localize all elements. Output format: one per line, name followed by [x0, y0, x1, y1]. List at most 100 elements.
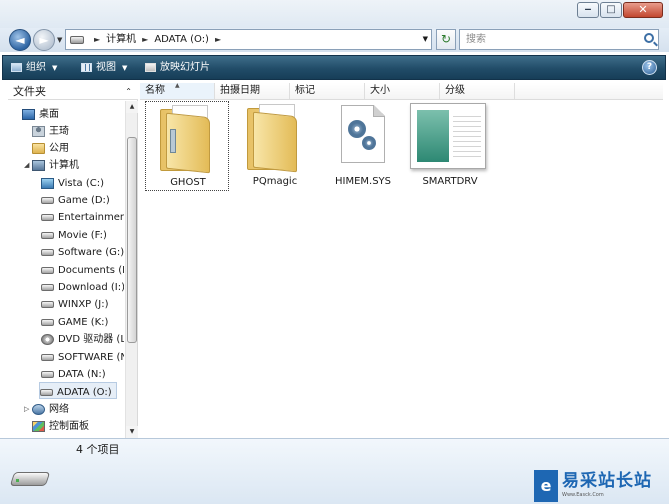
scroll-thumb[interactable]: [127, 137, 137, 343]
organize-icon: [11, 62, 22, 72]
slideshow-button[interactable]: 放映幻灯片: [145, 56, 210, 79]
tree-item-network[interactable]: 网络: [32, 400, 69, 417]
tree-item-drive-i[interactable]: Download (I:): [41, 278, 124, 295]
breadcrumb-computer[interactable]: 计算机: [106, 34, 136, 45]
breadcrumb-separator-icon[interactable]: ►: [94, 35, 100, 44]
command-toolbar: 组织 ▼ 视图 ▼ 放映幻灯片 ?: [2, 55, 666, 80]
drive-icon: [41, 266, 54, 274]
file-name: SMARTDRV: [422, 176, 478, 187]
forward-button[interactable]: ►: [33, 29, 55, 51]
tree-item-label: WINXP (J:): [58, 299, 109, 310]
folder-icon: [32, 142, 45, 154]
breadcrumb-separator-icon[interactable]: ►: [215, 35, 221, 44]
tree-item-label: 网络: [49, 404, 69, 415]
tree-item-label: 公用: [49, 143, 69, 154]
views-button[interactable]: 视图 ▼: [81, 56, 127, 79]
tree-item-control-panel[interactable]: 控制面板: [32, 417, 89, 434]
back-button[interactable]: ◄: [9, 29, 31, 51]
breadcrumb: ► 计算机 ► ADATA (O:) ►: [88, 30, 227, 49]
tree-item-label: SOFTWARE (N: [58, 352, 124, 363]
column-tags[interactable]: 标记: [290, 83, 365, 99]
network-icon: [32, 403, 45, 415]
drive-icon: [41, 318, 54, 326]
tree-item-drive-data[interactable]: DATA (N:): [41, 365, 106, 382]
tree-item-drive-k[interactable]: GAME (K:): [41, 313, 108, 330]
column-headers: ▲ 名称 拍摄日期 标记 大小 分级: [140, 82, 663, 100]
tree-item-computer[interactable]: 计算机: [32, 156, 79, 173]
file-name: HIMEM.SYS: [334, 176, 392, 187]
search-icon[interactable]: [644, 33, 654, 43]
tree-item-drive-h[interactable]: Documents (H: [41, 261, 124, 278]
collapsed-arrow-icon[interactable]: ▷: [24, 405, 29, 413]
file-name: PQmagic: [252, 176, 298, 187]
drive-icon: [70, 36, 84, 44]
breadcrumb-separator-icon[interactable]: ►: [142, 35, 148, 44]
file-item-ghost[interactable]: GHOST: [145, 101, 229, 191]
minimize-button[interactable]: ‒: [577, 2, 599, 18]
tree-item-public[interactable]: 公用: [32, 139, 69, 156]
tree-item-drive-c[interactable]: Vista (C:): [41, 174, 104, 191]
drive-icon: [41, 370, 54, 378]
refresh-button[interactable]: ↻: [436, 29, 456, 50]
recent-pages-dropdown[interactable]: ▼: [57, 36, 62, 44]
organize-label: 组织: [26, 62, 46, 73]
drive-icon: [41, 353, 54, 361]
column-label: 名称: [145, 85, 165, 96]
file-item-himem-sys[interactable]: HIMEM.SYS: [321, 101, 405, 191]
back-arrow-icon: ◄: [15, 33, 25, 47]
tree-item-drive-d[interactable]: Game (D:): [41, 191, 110, 208]
tree-item-drive-software[interactable]: SOFTWARE (N: [41, 348, 124, 365]
column-label: 拍摄日期: [220, 85, 260, 96]
drive-icon: [41, 231, 54, 239]
tree-item-drive-f[interactable]: Movie (F:): [41, 226, 107, 243]
file-list: ▲ 名称 拍摄日期 标记 大小 分级 GHOST PQmagic HIMEM.SY…: [140, 82, 663, 438]
removable-drive-icon: [40, 388, 53, 396]
dvd-drive-icon: [41, 333, 54, 345]
removable-drive-icon: [9, 466, 51, 486]
scroll-up-icon[interactable]: ▲: [126, 101, 138, 113]
search-placeholder: 搜索: [466, 34, 486, 45]
tree-item-dvd-l[interactable]: DVD 驱动器 (L: [41, 330, 124, 347]
tree-item-drive-g[interactable]: Software (G:): [41, 243, 124, 260]
user-folder-icon: [32, 125, 45, 137]
file-item-pqmagic[interactable]: PQmagic: [233, 101, 317, 191]
expand-arrow-icon[interactable]: ◢: [24, 161, 29, 169]
tree-item-label: Vista (C:): [58, 178, 104, 189]
desktop-icon: [22, 108, 35, 120]
tree-item-desktop[interactable]: 桌面: [22, 105, 59, 122]
tree-item-label: DVD 驱动器 (L: [58, 334, 124, 345]
folders-header[interactable]: 文件夹 ⌃: [8, 83, 138, 100]
tree-item-adata[interactable]: ADATA (O:): [39, 382, 117, 399]
system-drive-icon: [41, 177, 54, 189]
column-size[interactable]: 大小: [365, 83, 440, 99]
chevron-down-icon: ▼: [52, 64, 58, 72]
forward-arrow-icon: ►: [39, 33, 49, 47]
address-bar[interactable]: ► 计算机 ► ADATA (O:) ► ▼: [65, 29, 432, 50]
breadcrumb-adata[interactable]: ADATA (O:): [154, 34, 209, 45]
tree-item-drive-e[interactable]: Entertainment: [41, 208, 124, 225]
column-date-taken[interactable]: 拍摄日期: [215, 83, 290, 99]
tree-scrollbar[interactable]: ▲ ▼: [125, 101, 138, 438]
search-input[interactable]: 搜索: [459, 29, 659, 50]
column-name[interactable]: ▲ 名称: [140, 82, 215, 99]
column-rating[interactable]: 分级: [440, 83, 515, 99]
system-file-icon: [341, 105, 385, 163]
chevron-up-icon[interactable]: ⌃: [125, 83, 132, 100]
scroll-down-icon[interactable]: ▼: [126, 426, 138, 438]
folders-header-label: 文件夹: [13, 85, 46, 98]
tree-item-label: Entertainment: [58, 212, 124, 223]
close-button[interactable]: ✕: [623, 2, 663, 18]
organize-button[interactable]: 组织 ▼: [11, 56, 57, 79]
help-button[interactable]: ?: [642, 60, 657, 75]
item-count: 4 个项目: [76, 443, 120, 456]
minimize-icon: ‒: [584, 4, 592, 15]
computer-icon: [32, 159, 45, 171]
file-item-smartdrv[interactable]: SMARTDRV: [408, 101, 492, 191]
tree-item-label: Movie (F:): [58, 230, 107, 241]
window-controls: ‒ □ ✕: [576, 2, 663, 18]
address-dropdown-icon[interactable]: ▼: [423, 30, 428, 49]
tree-item-label: Game (D:): [58, 195, 110, 206]
maximize-button[interactable]: □: [600, 2, 622, 18]
tree-item-drive-j[interactable]: WINXP (J:): [41, 295, 109, 312]
tree-item-user[interactable]: 王琦: [32, 122, 69, 139]
